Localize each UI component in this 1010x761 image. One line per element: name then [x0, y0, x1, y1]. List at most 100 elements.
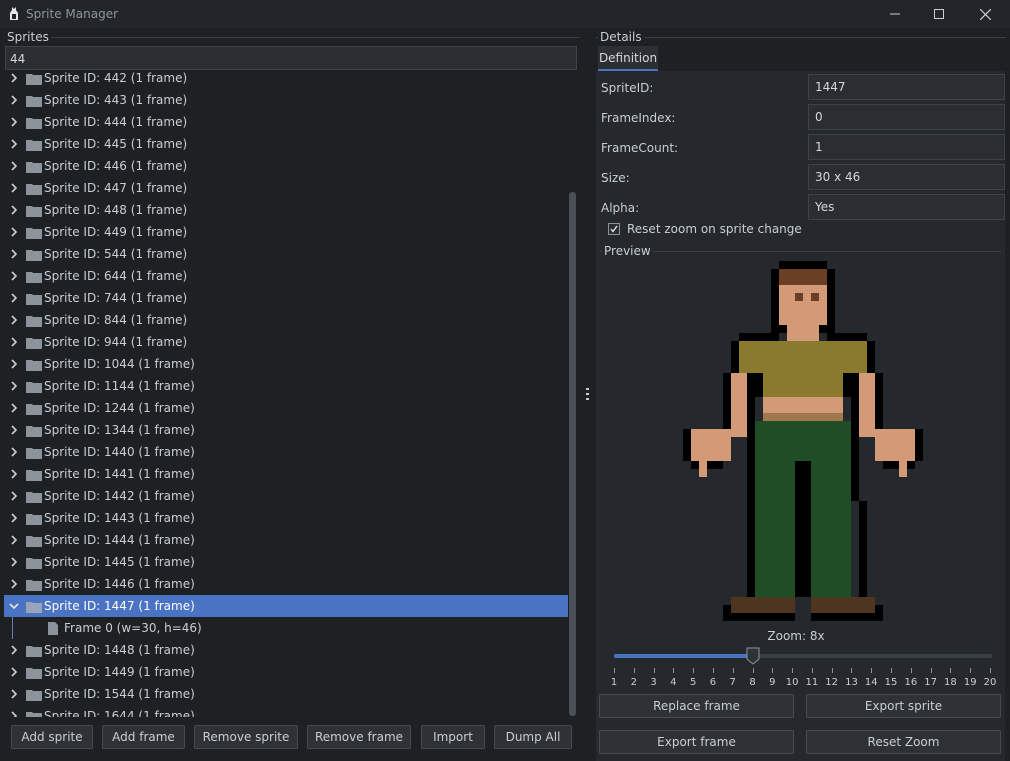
chevron-right-icon[interactable] — [8, 248, 20, 260]
tree-item-label: Sprite ID: 1442 (1 frame) — [44, 489, 195, 503]
import-button[interactable]: Import — [421, 725, 485, 749]
tree-item[interactable]: Sprite ID: 1440 (1 frame) — [4, 441, 569, 463]
chevron-right-icon[interactable] — [8, 336, 20, 348]
folder-icon — [26, 536, 42, 547]
frame-index-field[interactable]: 0 — [808, 104, 1005, 130]
tree-item[interactable]: Sprite ID: 1544 (1 frame) — [4, 683, 569, 705]
chevron-right-icon[interactable] — [8, 72, 20, 84]
chevron-right-icon[interactable] — [8, 534, 20, 546]
reset-zoom-checkbox-label[interactable]: Reset zoom on sprite change — [627, 222, 802, 236]
chevron-right-icon[interactable] — [8, 138, 20, 150]
tree-child-item[interactable]: Frame 0 (w=30, h=46) — [4, 617, 569, 639]
tree-item[interactable]: Sprite ID: 844 (1 frame) — [4, 309, 569, 331]
chevron-right-icon[interactable] — [8, 380, 20, 392]
reset-zoom-checkbox[interactable] — [608, 223, 620, 235]
alpha-field[interactable]: Yes — [808, 194, 1005, 220]
slider-tick-label: 5 — [689, 677, 697, 688]
tree-item[interactable]: Sprite ID: 443 (1 frame) — [4, 89, 569, 111]
chevron-right-icon[interactable] — [8, 490, 20, 502]
chevron-right-icon[interactable] — [8, 688, 20, 700]
tree-item[interactable]: Sprite ID: 446 (1 frame) — [4, 155, 569, 177]
preview-group-border — [600, 251, 1001, 252]
folder-icon — [26, 448, 42, 459]
tree-item[interactable]: Sprite ID: 1445 (1 frame) — [4, 551, 569, 573]
tree-item-label: Sprite ID: 944 (1 frame) — [44, 335, 188, 349]
zoom-slider-handle[interactable] — [746, 647, 760, 665]
sprite-tree-scrollbar[interactable] — [568, 72, 576, 717]
export-sprite-button[interactable]: Export sprite — [806, 694, 1001, 718]
add-sprite-button[interactable]: Add sprite — [11, 725, 93, 749]
sprite-id-field[interactable]: 1447 — [808, 74, 1005, 100]
minimize-button[interactable] — [872, 0, 918, 28]
chevron-right-icon[interactable] — [8, 666, 20, 678]
chevron-right-icon[interactable] — [8, 512, 20, 524]
chevron-right-icon[interactable] — [8, 556, 20, 568]
folder-icon — [26, 338, 42, 349]
tree-item[interactable]: Sprite ID: 1443 (1 frame) — [4, 507, 569, 529]
tree-item[interactable]: Sprite ID: 1442 (1 frame) — [4, 485, 569, 507]
chevron-down-icon[interactable] — [8, 600, 20, 612]
chevron-right-icon[interactable] — [8, 446, 20, 458]
tree-item[interactable]: Sprite ID: 1044 (1 frame) — [4, 353, 569, 375]
tree-item[interactable]: Sprite ID: 544 (1 frame) — [4, 243, 569, 265]
chevron-right-icon[interactable] — [8, 94, 20, 106]
tree-item[interactable]: Sprite ID: 1444 (1 frame) — [4, 529, 569, 551]
tree-item[interactable]: Sprite ID: 444 (1 frame) — [4, 111, 569, 133]
folder-icon — [26, 470, 42, 481]
chevron-right-icon[interactable] — [8, 182, 20, 194]
chevron-right-icon[interactable] — [8, 402, 20, 414]
slider-tick — [811, 668, 813, 673]
tree-item[interactable]: Sprite ID: 944 (1 frame) — [4, 331, 569, 353]
tree-item[interactable]: Sprite ID: 449 (1 frame) — [4, 221, 569, 243]
sprite-tree[interactable]: Sprite ID: 442 (1 frame) Sprite ID: 443 (… — [4, 72, 580, 717]
chevron-right-icon[interactable] — [8, 116, 20, 128]
frame-count-field[interactable]: 1 — [808, 134, 1005, 160]
chevron-right-icon[interactable] — [8, 292, 20, 304]
tree-item[interactable]: Sprite ID: 1344 (1 frame) — [4, 419, 569, 441]
tree-item[interactable]: Sprite ID: 1446 (1 frame) — [4, 573, 569, 595]
tree-item[interactable]: Sprite ID: 448 (1 frame) — [4, 199, 569, 221]
sprite-filter-input[interactable]: 44 — [5, 46, 577, 70]
chevron-right-icon[interactable] — [8, 160, 20, 172]
size-field[interactable]: 30 x 46 — [808, 164, 1005, 190]
tree-item[interactable]: Sprite ID: 447 (1 frame) — [4, 177, 569, 199]
tree-item[interactable]: Sprite ID: 445 (1 frame) — [4, 133, 569, 155]
chevron-right-icon[interactable] — [8, 204, 20, 216]
chevron-right-icon[interactable] — [8, 358, 20, 370]
slider-tick-label: 18 — [944, 677, 957, 688]
chevron-right-icon[interactable] — [8, 644, 20, 656]
slider-tick — [712, 668, 714, 673]
tree-item[interactable]: Sprite ID: 1448 (1 frame) — [4, 639, 569, 661]
add-frame-button[interactable]: Add frame — [102, 725, 185, 749]
tree-item[interactable]: Sprite ID: 744 (1 frame) — [4, 287, 569, 309]
close-button[interactable] — [962, 0, 1008, 28]
chevron-right-icon[interactable] — [8, 424, 20, 436]
tree-item[interactable]: Sprite ID: 1144 (1 frame) — [4, 375, 569, 397]
chevron-right-icon[interactable] — [8, 578, 20, 590]
folder-icon — [26, 74, 42, 85]
tree-item-label: Sprite ID: 844 (1 frame) — [44, 313, 188, 327]
chevron-right-icon[interactable] — [8, 314, 20, 326]
tree-item[interactable]: Sprite ID: 1644 (1 frame) — [4, 705, 569, 717]
tree-item[interactable]: Sprite ID: 1441 (1 frame) — [4, 463, 569, 485]
tree-item[interactable]: Sprite ID: 1449 (1 frame) — [4, 661, 569, 683]
chevron-right-icon[interactable] — [8, 468, 20, 480]
tree-item[interactable]: Sprite ID: 644 (1 frame) — [4, 265, 569, 287]
remove-sprite-button[interactable]: Remove sprite — [194, 725, 298, 749]
tab-definition[interactable]: Definition — [598, 46, 658, 71]
dump-all-button[interactable]: Dump All — [494, 725, 572, 749]
chevron-right-icon[interactable] — [8, 270, 20, 282]
export-frame-button[interactable]: Export frame — [599, 730, 794, 754]
remove-frame-button[interactable]: Remove frame — [307, 725, 411, 749]
tree-item[interactable]: Sprite ID: 1447 (1 frame) — [4, 595, 569, 617]
maximize-button[interactable] — [916, 0, 962, 28]
tree-item[interactable]: Sprite ID: 442 (1 frame) — [4, 72, 569, 89]
scrollbar-thumb[interactable] — [569, 192, 576, 716]
chevron-right-icon[interactable] — [8, 226, 20, 238]
replace-frame-button[interactable]: Replace frame — [599, 694, 794, 718]
zoom-slider[interactable] — [614, 654, 992, 658]
reset-zoom-button[interactable]: Reset Zoom — [806, 730, 1001, 754]
tree-item[interactable]: Sprite ID: 1244 (1 frame) — [4, 397, 569, 419]
chevron-right-icon[interactable] — [8, 710, 20, 717]
folder-icon — [26, 580, 42, 591]
